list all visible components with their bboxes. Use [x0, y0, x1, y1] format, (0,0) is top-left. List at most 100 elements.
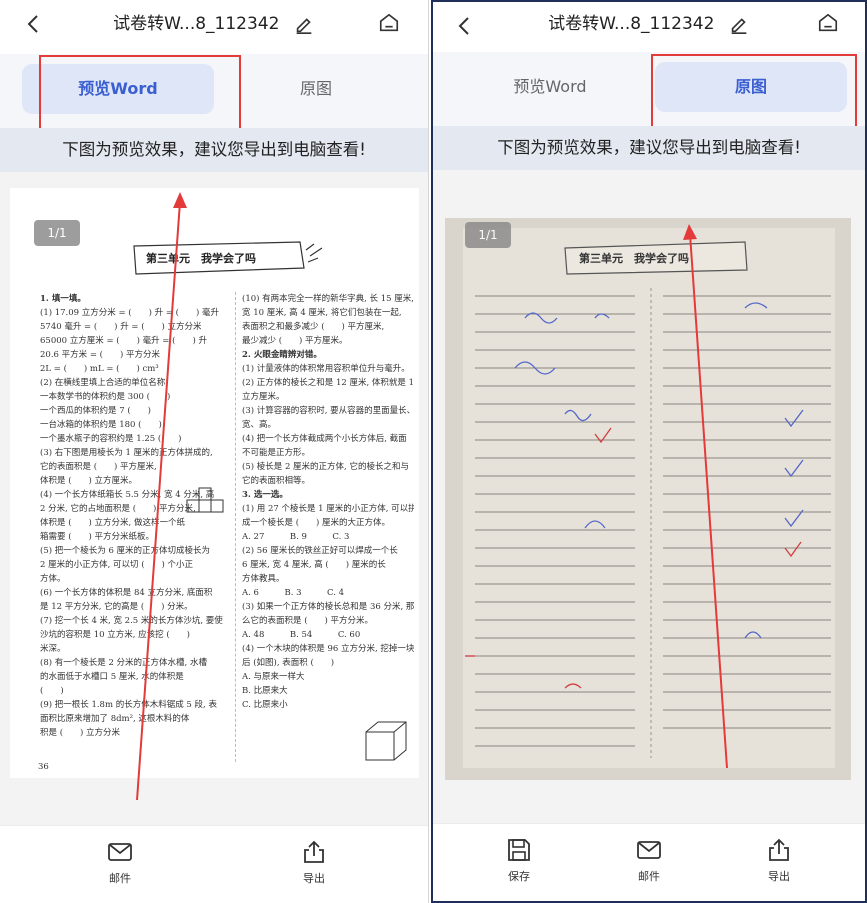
tab-original-image[interactable]: 原图: [220, 64, 412, 114]
doc-line: 方体教具。: [242, 574, 285, 584]
bottom-action-bar: 邮件 导出: [0, 825, 428, 903]
doc-line: 么它的表面积是 ( ) 平方分米。: [242, 616, 374, 626]
doc-line: (4) 一个木块的体积是 96 立方分米, 挖掉一块: [242, 644, 414, 654]
document-title-text: 试卷转W...8_112342: [113, 14, 280, 34]
tab-original-image[interactable]: 原图: [655, 62, 847, 112]
doc-line: 1. 填一填。: [40, 294, 86, 304]
doc-line: (5) 棱长是 2 厘米的正方体, 它的棱长之和与: [242, 462, 409, 472]
doc-line: 一个墨水瓶子的容积约是 1.25 ( ): [40, 434, 182, 444]
edit-title-icon[interactable]: [728, 13, 750, 35]
unit-banner: 第三单元 我学会了吗: [146, 252, 256, 265]
doc-line: 3. 选一选。: [242, 490, 288, 500]
doc-line: (4) 把一个长方体截成两个小长方体后, 截面: [242, 434, 407, 444]
top-bar: 试卷转W...8_112342: [433, 2, 865, 52]
doc-line: 宽、高。: [242, 420, 277, 430]
doc-line: (7) 挖一个长 4 米, 宽 2.5 米的长方体沙坑, 要使: [40, 616, 223, 626]
doc-line: A. 6 B. 3 C. 4: [242, 588, 345, 598]
doc-line: 后 (如图), 表面积 ( ): [242, 658, 335, 668]
edit-title-icon[interactable]: [293, 13, 315, 35]
doc-left-column: 1. 填一填。 (1) 17.09 立方分米 = ( ) 升 = ( ) 毫升 …: [40, 292, 236, 740]
tab-preview-word[interactable]: 预览Word: [22, 64, 214, 114]
doc-line: (1) 17.09 立方分米 = ( ) 升 = ( ) 毫升: [40, 308, 219, 318]
document-title-text: 试卷转W...8_112342: [548, 14, 715, 34]
doc-line: (1) 用 27 个棱长是 1 厘米的小正方体, 可以拼: [242, 504, 414, 514]
tab-preview-word[interactable]: 预览Word: [455, 62, 645, 112]
original-photo: [445, 218, 851, 780]
document-title: 试卷转W...8_112342: [473, 12, 825, 36]
block-figure: [365, 721, 407, 761]
export-label: 导出: [303, 872, 325, 885]
doc-line: (2) 正方体的棱长之和是 12 厘米, 体积就是 1: [242, 378, 414, 388]
doc-right-column: (10) 有两本完全一样的新华字典, 长 15 厘米, 宽 10 厘米, 高 4…: [242, 292, 414, 712]
doc-line: (2) 在横线里填上合适的单位名称: [40, 378, 166, 388]
exam-photo-texture: [445, 218, 851, 780]
doc-line: 它的表面积是 ( ) 平方厘米,: [40, 462, 157, 472]
preview-notice: 下图为预览效果，建议您导出到电脑查看!: [433, 126, 865, 170]
save-icon: [508, 839, 530, 861]
doc-line: A. 27 B. 9 C. 3: [242, 532, 350, 542]
page-indicator: 1/1: [34, 220, 80, 246]
doc-line: 最少减少 ( ) 平方厘米。: [242, 336, 348, 346]
export-button[interactable]: 导出: [284, 840, 344, 886]
document-title: 试卷转W...8_112342: [40, 12, 388, 36]
doc-line: C. 比原来小: [242, 700, 288, 710]
export-label: 导出: [768, 870, 790, 883]
preview-notice: 下图为预览效果，建议您导出到电脑查看!: [0, 128, 428, 172]
doc-line: 5740 毫升 = ( ) 升 = ( ) 立方分米: [40, 322, 202, 332]
doc-line: 面积比原来增加了 8dm², 这根木料的体: [40, 714, 190, 724]
doc-line: 体积是 ( ) 立方分米, 做这样一个纸: [40, 518, 185, 528]
doc-line: ( ): [40, 686, 64, 696]
mail-label: 邮件: [109, 872, 131, 885]
save-label: 保存: [508, 870, 530, 883]
doc-line: 成一个棱长是 ( ) 厘米的大正方体。: [242, 518, 391, 528]
column-divider: [235, 292, 236, 762]
home-icon[interactable]: [378, 12, 400, 34]
doc-line: 不可能是正方形。: [242, 448, 311, 458]
doc-line: 2 分米, 它的占地面积是 ( ) 平方分米,: [40, 504, 196, 514]
doc-line: 表面积之和最多减少 ( ) 平方厘米,: [242, 322, 385, 332]
view-tabs: 预览Word 原图: [0, 54, 428, 128]
doc-line: 2 厘米的小正方体, 可以切 ( ) 个小正: [40, 560, 194, 570]
doc-line: 2L = ( ) mL = ( ) cm³: [40, 364, 159, 374]
preview-area[interactable]: 1/1 第三单元 我学会了吗 1. 填一填。 (1) 17.09 立方分米 = …: [0, 172, 428, 825]
doc-line: 65000 立方厘米 = ( ) 毫升 = ( ) 升: [40, 336, 207, 346]
doc-line: 一本数学书的体积约是 300 ( ): [40, 392, 171, 402]
home-icon[interactable]: [817, 12, 839, 34]
doc-line: 米深。: [40, 644, 66, 654]
doc-line: A. 与原来一样大: [242, 672, 305, 682]
word-preview-page: 1/1 第三单元 我学会了吗 1. 填一填。 (1) 17.09 立方分米 = …: [10, 188, 419, 778]
tab-label: 预览Word: [513, 77, 587, 96]
save-button[interactable]: 保存: [489, 838, 549, 884]
doc-line: (3) 计算容器的容积时, 要从容器的里面量长、: [242, 406, 414, 416]
doc-line: 沙坑的容积是 10 立方米, 应该挖 ( ): [40, 630, 190, 640]
doc-line: (10) 有两本完全一样的新华字典, 长 15 厘米,: [242, 294, 414, 304]
doc-line: 积是 ( ) 立方分米: [40, 728, 121, 738]
view-tabs: 预览Word 原图: [433, 52, 865, 126]
doc-line: 立方厘米。: [242, 392, 285, 402]
page-number: 36: [38, 762, 49, 772]
original-image-screen: 试卷转W...8_112342 预览Word 原图 下图为预览效果，建议您导出到…: [431, 0, 867, 903]
bottom-action-bar: 保存 邮件 导出: [433, 823, 865, 901]
doc-line: (5) 把一个棱长为 6 厘米的正方体切成棱长为: [40, 546, 211, 556]
doc-line: 2. 火眼金睛辨对错。: [242, 350, 322, 360]
tab-label: 原图: [734, 77, 767, 96]
doc-line: (2) 56 厘米长的铁丝正好可以焊成一个长: [242, 546, 398, 556]
export-button[interactable]: 导出: [749, 838, 809, 884]
mail-button[interactable]: 邮件: [619, 838, 679, 884]
photo-unit-banner: 第三单元 我学会了吗: [579, 252, 689, 265]
preview-word-screen: 试卷转W...8_112342 预览Word 原图 下图为预览效果，建议您导出到…: [0, 0, 429, 903]
doc-line: 一台冰箱的体积约是 180 ( ): [40, 420, 162, 430]
doc-line: 宽 10 厘米, 高 4 厘米, 将它们包装在一起,: [242, 308, 402, 318]
mail-label: 邮件: [638, 870, 660, 883]
doc-line: (3) 如果一个正方体的棱长总和是 36 分米, 那: [242, 602, 414, 612]
doc-line: 体积是 ( ) 立方厘米。: [40, 476, 138, 486]
preview-area[interactable]: 1/1 第三单元 我学会了吗: [433, 170, 865, 825]
top-bar: 试卷转W...8_112342: [0, 0, 428, 50]
doc-line: (3) 右下图是用棱长为 1 厘米的正方体拼成的,: [40, 448, 213, 458]
doc-line: (4) 一个长方体纸箱长 5.5 分米, 宽 4 分米, 高: [40, 490, 215, 500]
mail-button[interactable]: 邮件: [90, 840, 150, 886]
doc-line: 是 12 平方分米, 它的高是 ( ) 分米。: [40, 602, 193, 612]
mail-icon: [108, 843, 132, 861]
doc-line: (8) 有一个棱长是 2 分米的正方体水槽, 水槽: [40, 658, 207, 668]
page-indicator: 1/1: [465, 222, 511, 248]
